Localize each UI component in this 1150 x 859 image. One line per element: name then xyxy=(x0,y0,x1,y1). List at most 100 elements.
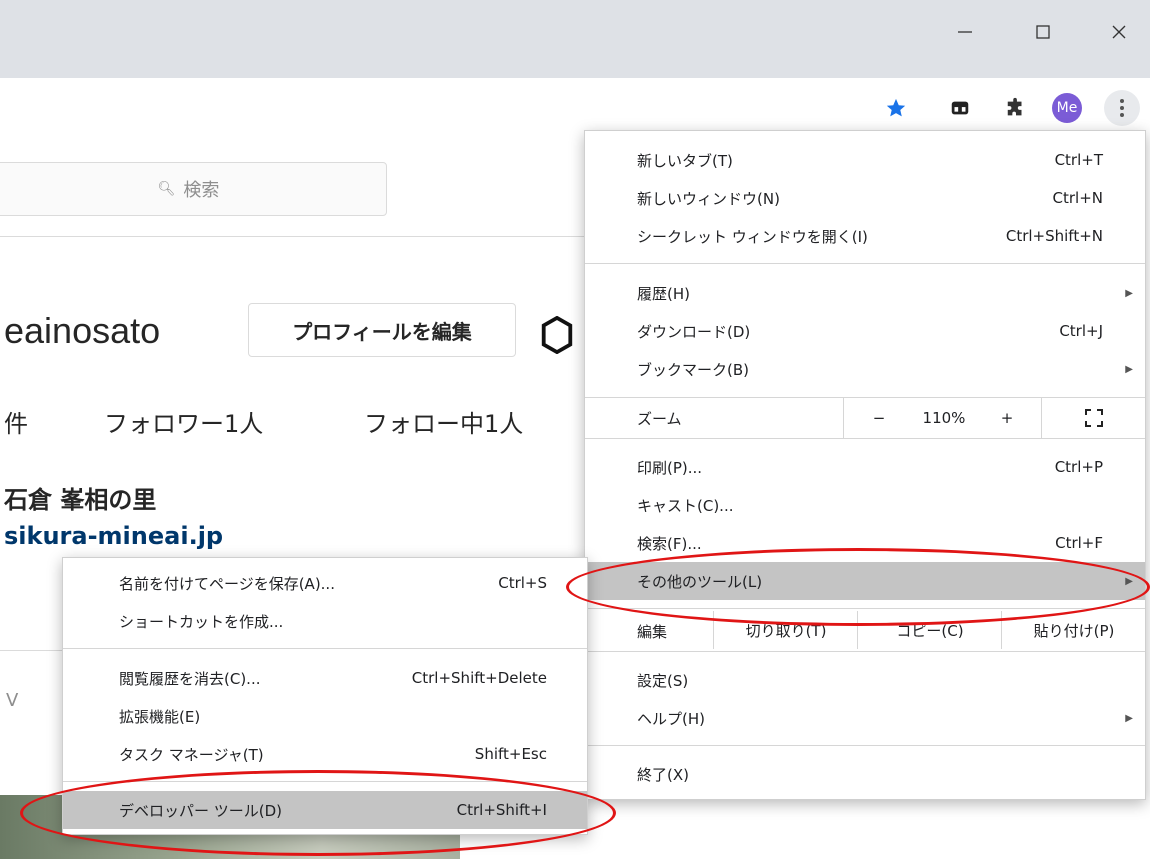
edit-label: 編集 xyxy=(637,623,668,641)
menu-item-incognito[interactable]: シークレット ウィンドウを開く(I) Ctrl+Shift+N xyxy=(585,217,1145,255)
copy-button[interactable]: コピー(C) xyxy=(857,611,1002,649)
kebab-menu-icon[interactable] xyxy=(1104,90,1140,126)
menu-separator xyxy=(63,781,587,782)
menu-separator xyxy=(585,608,1145,609)
zoom-level: 110% xyxy=(913,398,975,438)
zoom-in-button[interactable]: + xyxy=(975,398,1039,438)
menu-item-shortcut: Ctrl+P xyxy=(1054,458,1103,476)
profile-website-link[interactable]: sikura-mineai.jp xyxy=(4,522,223,550)
search-placeholder: 検索 xyxy=(183,180,220,201)
paste-button[interactable]: 貼り付け(P) xyxy=(1001,611,1146,649)
menu-item-help[interactable]: ヘルプ(H) ▶ xyxy=(585,699,1145,737)
menu-item-label: 新しいウィンドウ(N) xyxy=(637,189,780,208)
menu-item-exit[interactable]: 終了(X) xyxy=(585,755,1145,793)
extension-app-icon[interactable] xyxy=(944,92,976,124)
copy-label: コピー(C) xyxy=(896,621,964,640)
menu-item-shortcut: Ctrl+Shift+I xyxy=(456,801,547,819)
menu-item-label: 名前を付けてページを保存(A)... xyxy=(119,574,335,593)
zoom-plus-label: + xyxy=(1000,409,1014,427)
menu-item-label: ヘルプ(H) xyxy=(637,709,705,728)
menu-item-label: 拡張機能(E) xyxy=(119,707,201,726)
minimize-icon[interactable] xyxy=(942,14,988,50)
search-icon: 🔍︎ xyxy=(157,181,176,197)
submenu-item-task-manager[interactable]: タスク マネージャ(T) Shift+Esc xyxy=(63,735,587,773)
close-icon[interactable] xyxy=(1096,14,1142,50)
menu-item-label: 履歴(H) xyxy=(637,284,690,303)
menu-separator xyxy=(63,648,587,649)
submenu-item-create-shortcut[interactable]: ショートカットを作成... xyxy=(63,602,587,640)
menu-item-shortcut: Ctrl+S xyxy=(498,574,547,592)
menu-item-settings[interactable]: 設定(S) xyxy=(585,661,1145,699)
fullscreen-icon[interactable] xyxy=(1041,398,1146,438)
menu-item-label: 設定(S) xyxy=(637,671,689,690)
more-tools-submenu: 名前を付けてページを保存(A)... Ctrl+S ショートカットを作成... … xyxy=(62,557,588,835)
menu-item-shortcut: Ctrl+Shift+N xyxy=(1005,227,1103,245)
menu-item-more-tools[interactable]: その他のツール(L) ▶ xyxy=(585,562,1145,600)
bookmark-star-icon[interactable] xyxy=(880,92,912,124)
menu-item-label: シークレット ウィンドウを開く(I) xyxy=(637,227,868,246)
menu-item-new-tab[interactable]: 新しいタブ(T) Ctrl+T xyxy=(585,141,1145,179)
tab-label-fragment: V xyxy=(6,690,19,711)
header-divider xyxy=(0,236,590,237)
menu-item-cast[interactable]: キャスト(C)... xyxy=(585,486,1145,524)
menu-separator xyxy=(585,745,1145,746)
submenu-item-extensions[interactable]: 拡張機能(E) xyxy=(63,697,587,735)
menu-separator xyxy=(585,438,1145,439)
cut-button[interactable]: 切り取り(T) xyxy=(713,611,858,649)
menu-item-downloads[interactable]: ダウンロード(D) Ctrl+J xyxy=(585,312,1145,350)
submenu-arrow-icon: ▶ xyxy=(1125,287,1133,299)
search-input[interactable]: 🔍︎ 検索 xyxy=(0,162,387,216)
zoom-label: ズーム xyxy=(637,410,682,428)
avatar[interactable]: Me xyxy=(1052,93,1082,123)
menu-item-shortcut: Ctrl+T xyxy=(1054,151,1103,169)
menu-item-label: 検索(F)... xyxy=(637,534,702,553)
menu-item-history[interactable]: 履歴(H) ▶ xyxy=(585,274,1145,312)
menu-item-label: デベロッパー ツール(D) xyxy=(119,801,283,820)
menu-item-label: ブックマーク(B) xyxy=(637,360,749,379)
gear-icon[interactable] xyxy=(538,316,576,354)
menu-item-label: 新しいタブ(T) xyxy=(637,151,733,170)
zoom-out-button[interactable]: − xyxy=(843,398,914,438)
posts-count: 件 xyxy=(4,410,28,438)
zoom-value: 110% xyxy=(922,409,966,427)
profile-full-name: 石倉 峯相の里 xyxy=(4,486,157,514)
submenu-item-clear-data[interactable]: 閲覧履歴を消去(C)... Ctrl+Shift+Delete xyxy=(63,659,587,697)
zoom-minus-label: − xyxy=(872,409,886,427)
puzzle-extensions-icon[interactable] xyxy=(1000,92,1032,124)
menu-item-label: 終了(X) xyxy=(637,765,689,784)
submenu-item-devtools[interactable]: デベロッパー ツール(D) Ctrl+Shift+I xyxy=(63,791,587,829)
menu-item-label: タスク マネージャ(T) xyxy=(119,745,264,764)
menu-item-shortcut: Ctrl+Shift+Delete xyxy=(411,669,547,687)
menu-item-label: ダウンロード(D) xyxy=(637,322,751,341)
menu-item-shortcut: Ctrl+J xyxy=(1059,322,1103,340)
menu-zoom-row: ズーム − 110% + xyxy=(585,398,1145,438)
following-count[interactable]: フォロー中1人 xyxy=(364,404,523,439)
menu-item-shortcut: Ctrl+F xyxy=(1055,534,1103,552)
cut-label: 切り取り(T) xyxy=(745,621,827,640)
menu-item-label: 印刷(P)... xyxy=(637,458,703,477)
followers-count[interactable]: フォロワー1人 xyxy=(104,404,263,439)
menu-separator xyxy=(585,651,1145,652)
avatar-text: Me xyxy=(1056,100,1078,116)
menu-item-shortcut: Ctrl+N xyxy=(1052,189,1103,207)
submenu-arrow-icon: ▶ xyxy=(1125,363,1133,375)
edit-profile-button[interactable]: プロフィールを編集 xyxy=(248,303,516,357)
menu-item-find[interactable]: 検索(F)... Ctrl+F xyxy=(585,524,1145,562)
menu-item-bookmarks[interactable]: ブックマーク(B) ▶ xyxy=(585,350,1145,388)
menu-item-label: ショートカットを作成... xyxy=(119,612,284,631)
title-bar xyxy=(0,0,1150,78)
menu-item-label: その他のツール(L) xyxy=(637,572,763,591)
menu-item-label: キャスト(C)... xyxy=(637,496,734,515)
paste-label: 貼り付け(P) xyxy=(1033,621,1115,640)
submenu-arrow-icon: ▶ xyxy=(1125,712,1133,724)
menu-separator xyxy=(585,263,1145,264)
submenu-item-save-page[interactable]: 名前を付けてページを保存(A)... Ctrl+S xyxy=(63,564,587,602)
submenu-arrow-icon: ▶ xyxy=(1125,575,1133,587)
menu-item-label: 閲覧履歴を消去(C)... xyxy=(119,669,261,688)
menu-item-shortcut: Shift+Esc xyxy=(474,745,547,763)
menu-item-new-window[interactable]: 新しいウィンドウ(N) Ctrl+N xyxy=(585,179,1145,217)
browser-main-menu: 新しいタブ(T) Ctrl+T 新しいウィンドウ(N) Ctrl+N シークレッ… xyxy=(584,130,1146,800)
menu-edit-row: 編集 切り取り(T) コピー(C) 貼り付け(P) xyxy=(585,611,1145,649)
menu-item-print[interactable]: 印刷(P)... Ctrl+P xyxy=(585,448,1145,486)
maximize-icon[interactable] xyxy=(1020,14,1066,50)
